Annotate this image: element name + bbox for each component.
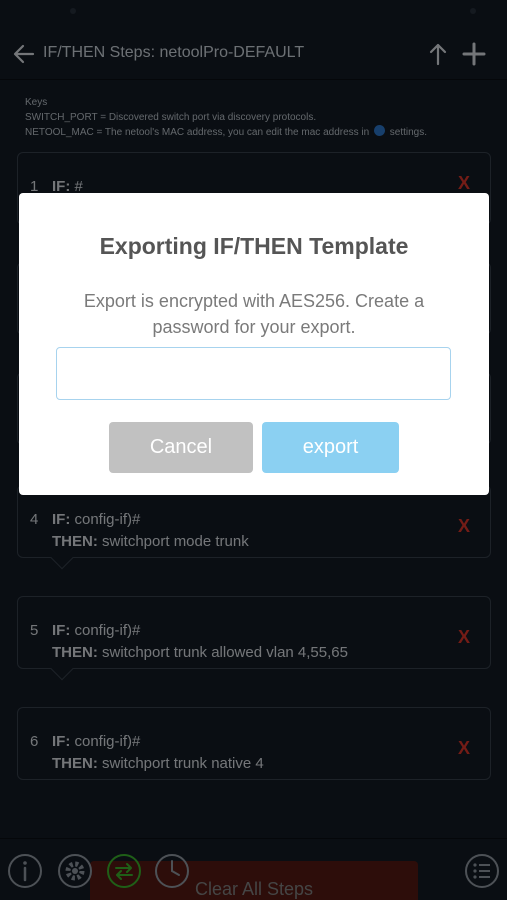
export-button[interactable]: export — [262, 422, 399, 473]
export-dialog: Exporting IF/THEN Template Export is enc… — [19, 193, 489, 495]
dialog-message: Export is encrypted with AES256. Create … — [83, 291, 425, 337]
cancel-button[interactable]: Cancel — [109, 422, 253, 473]
dialog-title: Exporting IF/THEN Template — [99, 233, 409, 259]
screen: IF/THEN Steps: netoolPro-DEFAULT Keys SW… — [0, 0, 507, 900]
password-input[interactable] — [56, 347, 451, 400]
